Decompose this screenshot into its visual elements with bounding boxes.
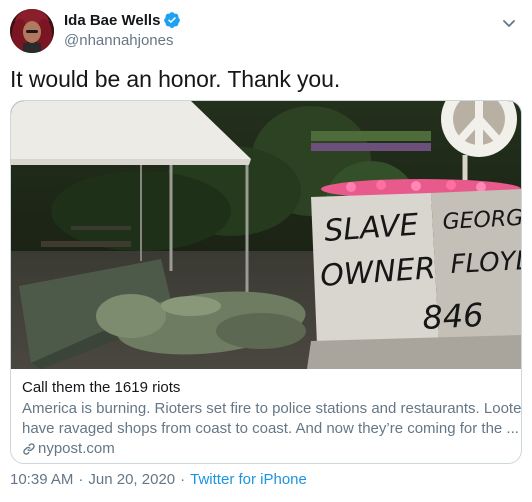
tweet-source-link[interactable]: Twitter for iPhone [190,470,307,490]
card-description-line1: America is burning. Rioters set fire to … [22,400,522,417]
card-body: Call them the 1619 riots America is burn… [11,369,521,459]
link-icon [22,442,36,456]
display-name[interactable]: Ida Bae Wells [64,12,160,29]
tweet-meta: 10:39 AM · Jun 20, 2020 · Twitter for iP… [10,470,307,490]
user-handle[interactable]: @nhannahjones [64,32,181,49]
tweet-header: Ida Bae Wells @nhannahjones [10,8,522,54]
graffiti-846: 846 [421,296,484,337]
tweet-date[interactable]: Jun 20, 2020 [88,470,175,490]
verified-badge-icon [163,11,181,29]
graffiti-george: GEORGE [442,205,522,235]
card-image[interactable]: SLAVE OWNER GEORGE FLOYD 846 [11,101,522,369]
tweet-text: It would be an honor. Thank you. [10,66,341,92]
card-domain-text: nypost.com [38,440,115,457]
card-domain[interactable]: nypost.com [22,439,511,459]
avatar[interactable] [10,9,54,53]
card-description-line2: have ravaged shops from coast to coast. … [22,420,519,437]
card-title[interactable]: Call them the 1619 riots [22,378,511,398]
tweet: Ida Bae Wells @nhannahjones It would be … [0,0,532,502]
graffiti-floyd: FLOYD [450,246,522,280]
meta-separator: · [180,471,186,488]
chevron-down-icon[interactable] [500,14,518,32]
meta-separator: · [78,471,84,488]
tweet-time[interactable]: 10:39 AM [10,470,73,490]
user-names: Ida Bae Wells @nhannahjones [64,10,181,49]
graffiti-slave: SLAVE [323,207,420,248]
link-card[interactable]: SLAVE OWNER GEORGE FLOYD 846 Call them t… [10,100,522,464]
